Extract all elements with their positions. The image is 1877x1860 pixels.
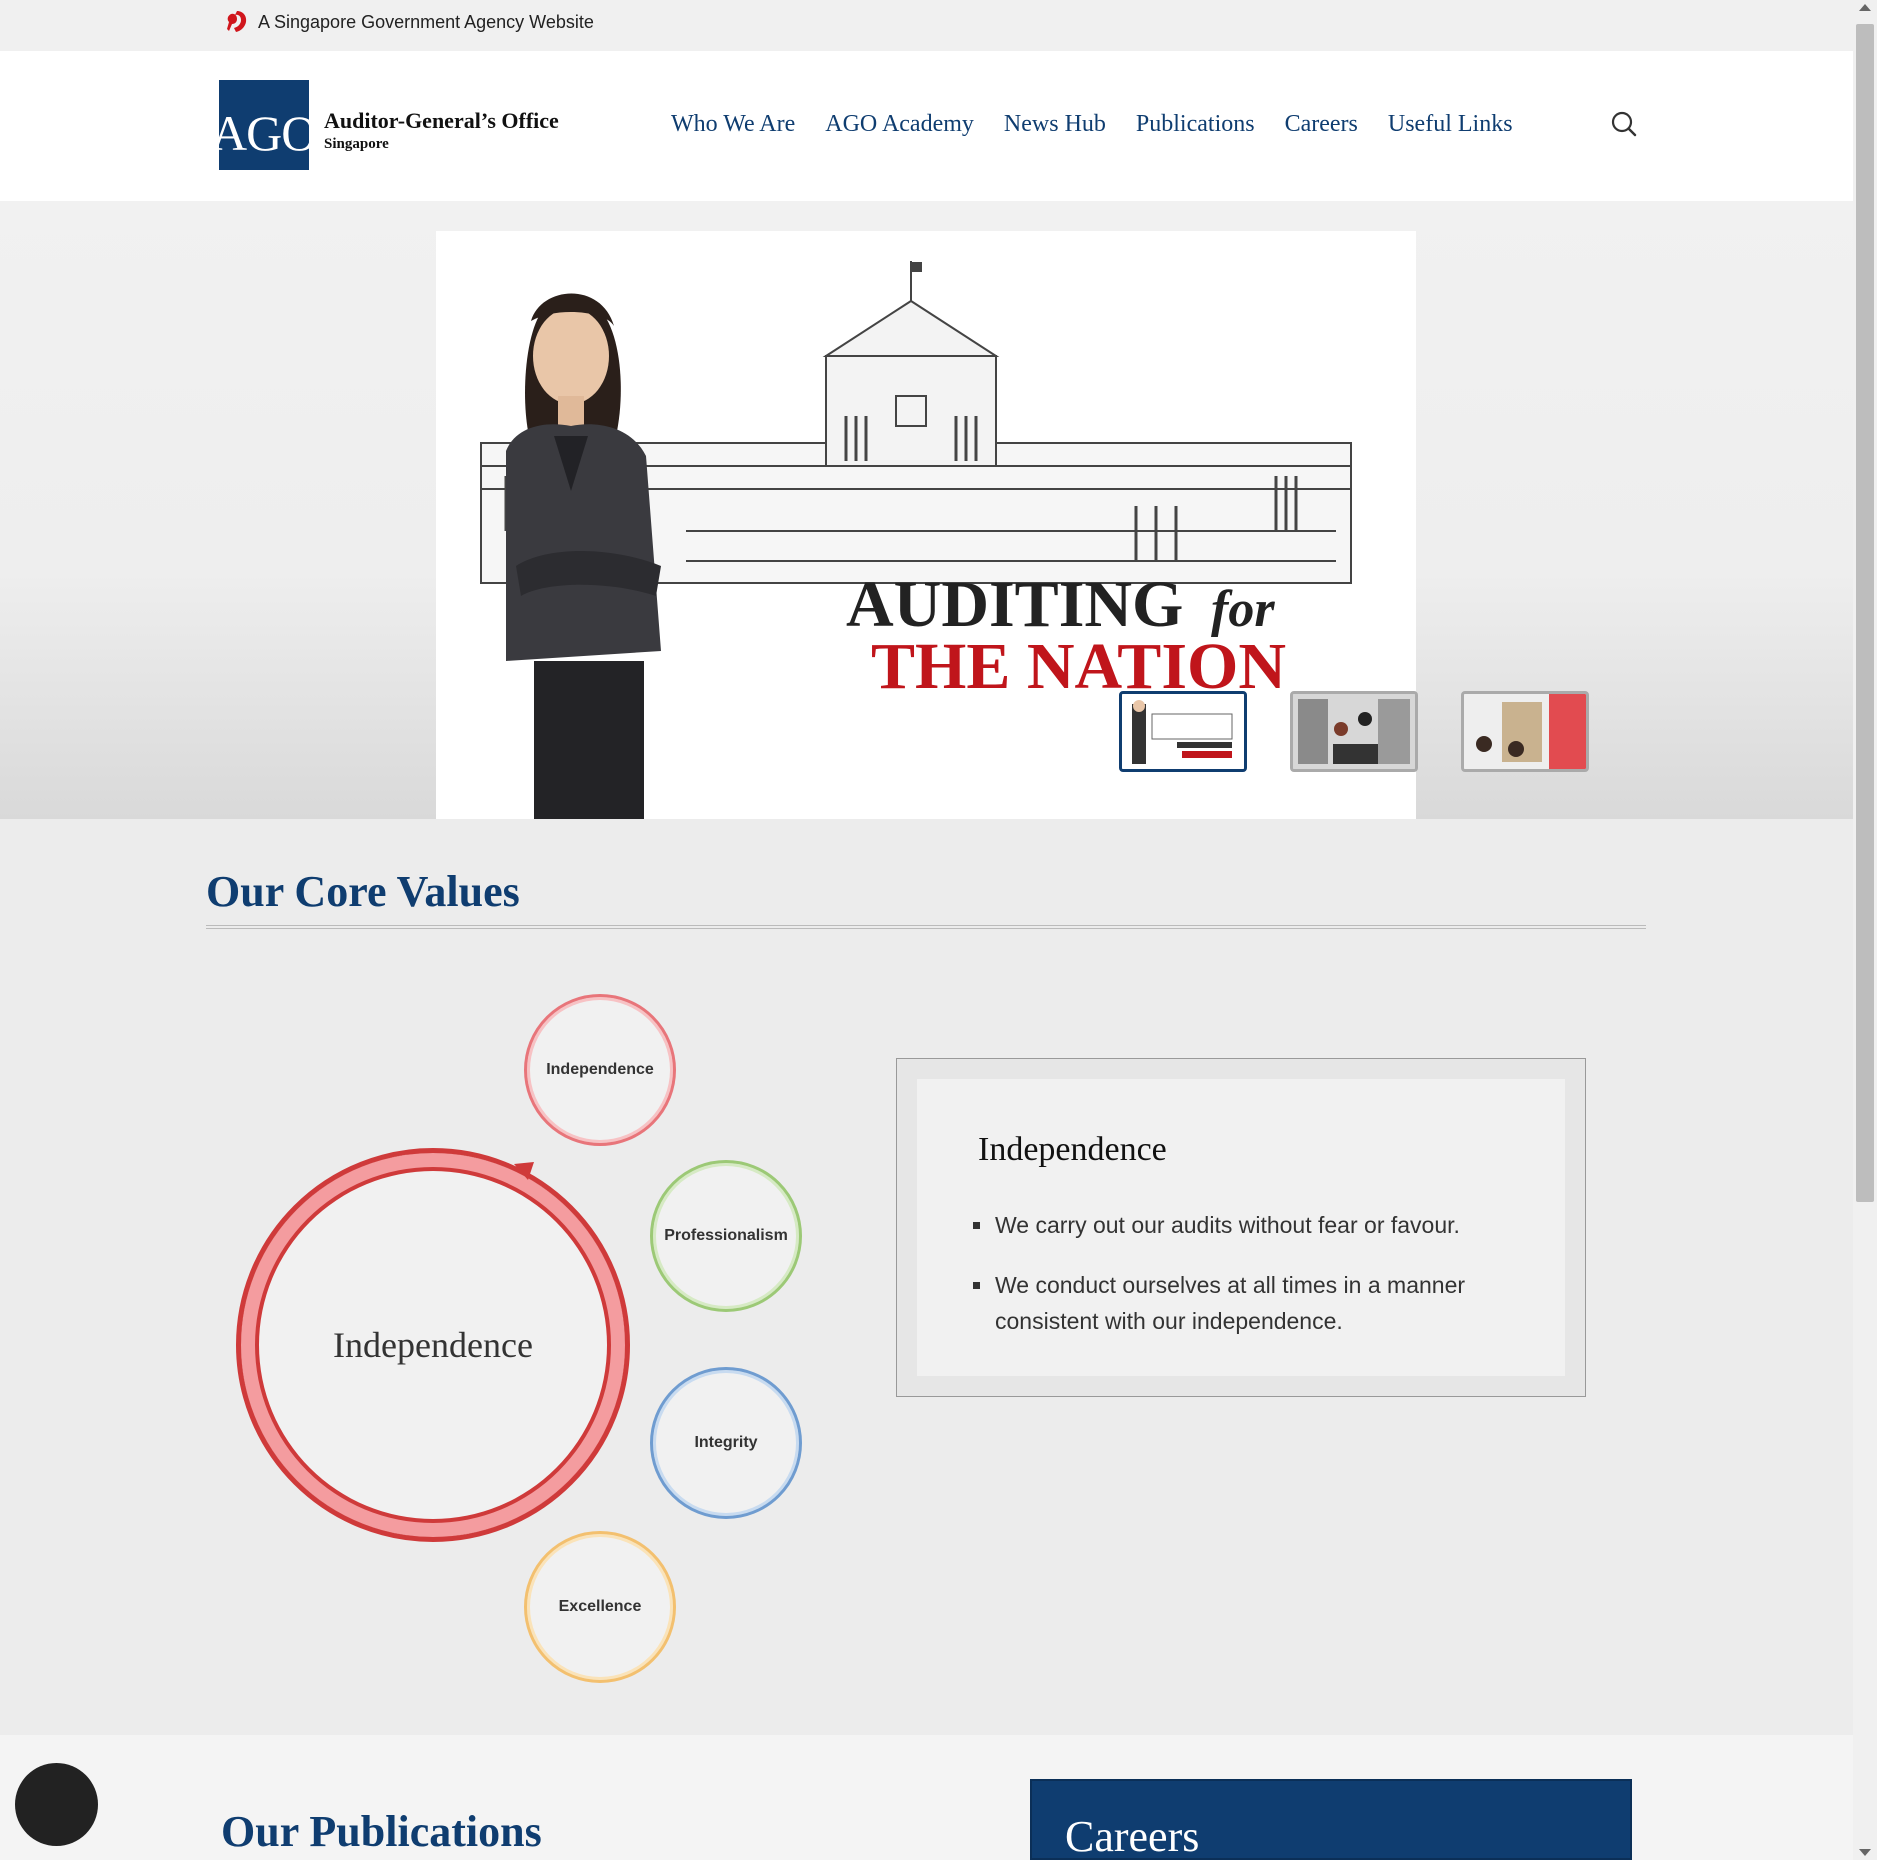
value-label-independence: Independence xyxy=(546,1061,654,1078)
nav-publications[interactable]: Publications xyxy=(1136,111,1255,138)
scroll-down-arrow-icon[interactable] xyxy=(1859,1849,1871,1856)
page-scrollbar[interactable] xyxy=(1853,0,1877,1860)
hero-illustration: AUDITING for THE NATION xyxy=(480,261,1352,819)
core-values-title: Our Core Values xyxy=(206,867,520,916)
scroll-thumb[interactable] xyxy=(1856,24,1874,1202)
value-detail-box: Independence We carry out our audits wit… xyxy=(896,1058,1586,1397)
selected-value-label: Independence xyxy=(333,1325,533,1365)
masthead-text: A Singapore Government Agency Website xyxy=(258,12,594,32)
ago-logo[interactable]: AGO Auditor-General’s Office Singapore xyxy=(205,80,565,172)
chat-button[interactable] xyxy=(15,1763,98,1846)
value-circle-integrity[interactable]: Integrity xyxy=(650,1367,802,1519)
value-detail-point: We carry out our audits without fear or … xyxy=(973,1207,1533,1243)
value-detail-point: We conduct ourselves at all times in a m… xyxy=(973,1267,1533,1339)
nav-ago-academy[interactable]: AGO Academy xyxy=(825,111,974,138)
section-divider xyxy=(206,925,1646,929)
careers-card[interactable]: Careers xyxy=(1030,1779,1632,1860)
thumb-1-image xyxy=(1122,694,1244,769)
selected-value-circle: Independence xyxy=(236,1148,630,1542)
search-icon[interactable] xyxy=(1610,110,1638,138)
hero-banner[interactable]: AUDITING for THE NATION xyxy=(436,231,1416,819)
main-nav: Who We Are AGO Academy News Hub Publicat… xyxy=(671,111,1543,138)
nav-news-hub[interactable]: News Hub xyxy=(1004,111,1106,138)
hero-thumbnail-1[interactable] xyxy=(1119,691,1247,772)
scroll-up-arrow-icon[interactable] xyxy=(1859,4,1871,11)
value-circle-professionalism[interactable]: Professionalism xyxy=(650,1160,802,1312)
value-label-excellence: Excellence xyxy=(558,1598,642,1615)
value-detail-list: We carry out our audits without fear or … xyxy=(973,1207,1533,1363)
hero-person xyxy=(506,293,661,819)
value-detail-inner: Independence We carry out our audits wit… xyxy=(917,1079,1565,1376)
nav-careers[interactable]: Careers xyxy=(1285,111,1358,138)
hero-thumbnail-3[interactable] xyxy=(1461,691,1589,772)
thumb-3-image xyxy=(1464,694,1586,769)
ago-logo-mark: AGO xyxy=(211,80,317,170)
lion-head-icon xyxy=(227,11,247,32)
logo-name: Auditor-General’s Office xyxy=(324,108,559,133)
gov-masthead: A Singapore Government Agency Website xyxy=(0,0,1853,51)
value-circle-independence[interactable]: Independence xyxy=(524,994,676,1146)
hero-thumbnail-2[interactable] xyxy=(1290,691,1418,772)
careers-card-title: Careers xyxy=(1065,1812,1200,1860)
selector-pointer-icon xyxy=(514,1162,534,1180)
nav-who-we-are[interactable]: Who We Are xyxy=(671,111,795,138)
publications-title: Our Publications xyxy=(221,1807,542,1856)
nav-useful-links[interactable]: Useful Links xyxy=(1388,111,1513,138)
site-header: AGO Auditor-General’s Office Singapore W… xyxy=(0,51,1853,201)
thumb-2-image xyxy=(1293,694,1415,769)
value-circle-excellence[interactable]: Excellence xyxy=(524,1531,676,1683)
logo-sub: Singapore xyxy=(324,136,389,152)
value-label-integrity: Integrity xyxy=(694,1434,758,1451)
value-detail-title: Independence xyxy=(978,1131,1167,1168)
ago-logo-letters: AGO xyxy=(211,105,317,161)
value-label-professionalism: Professionalism xyxy=(664,1227,788,1244)
